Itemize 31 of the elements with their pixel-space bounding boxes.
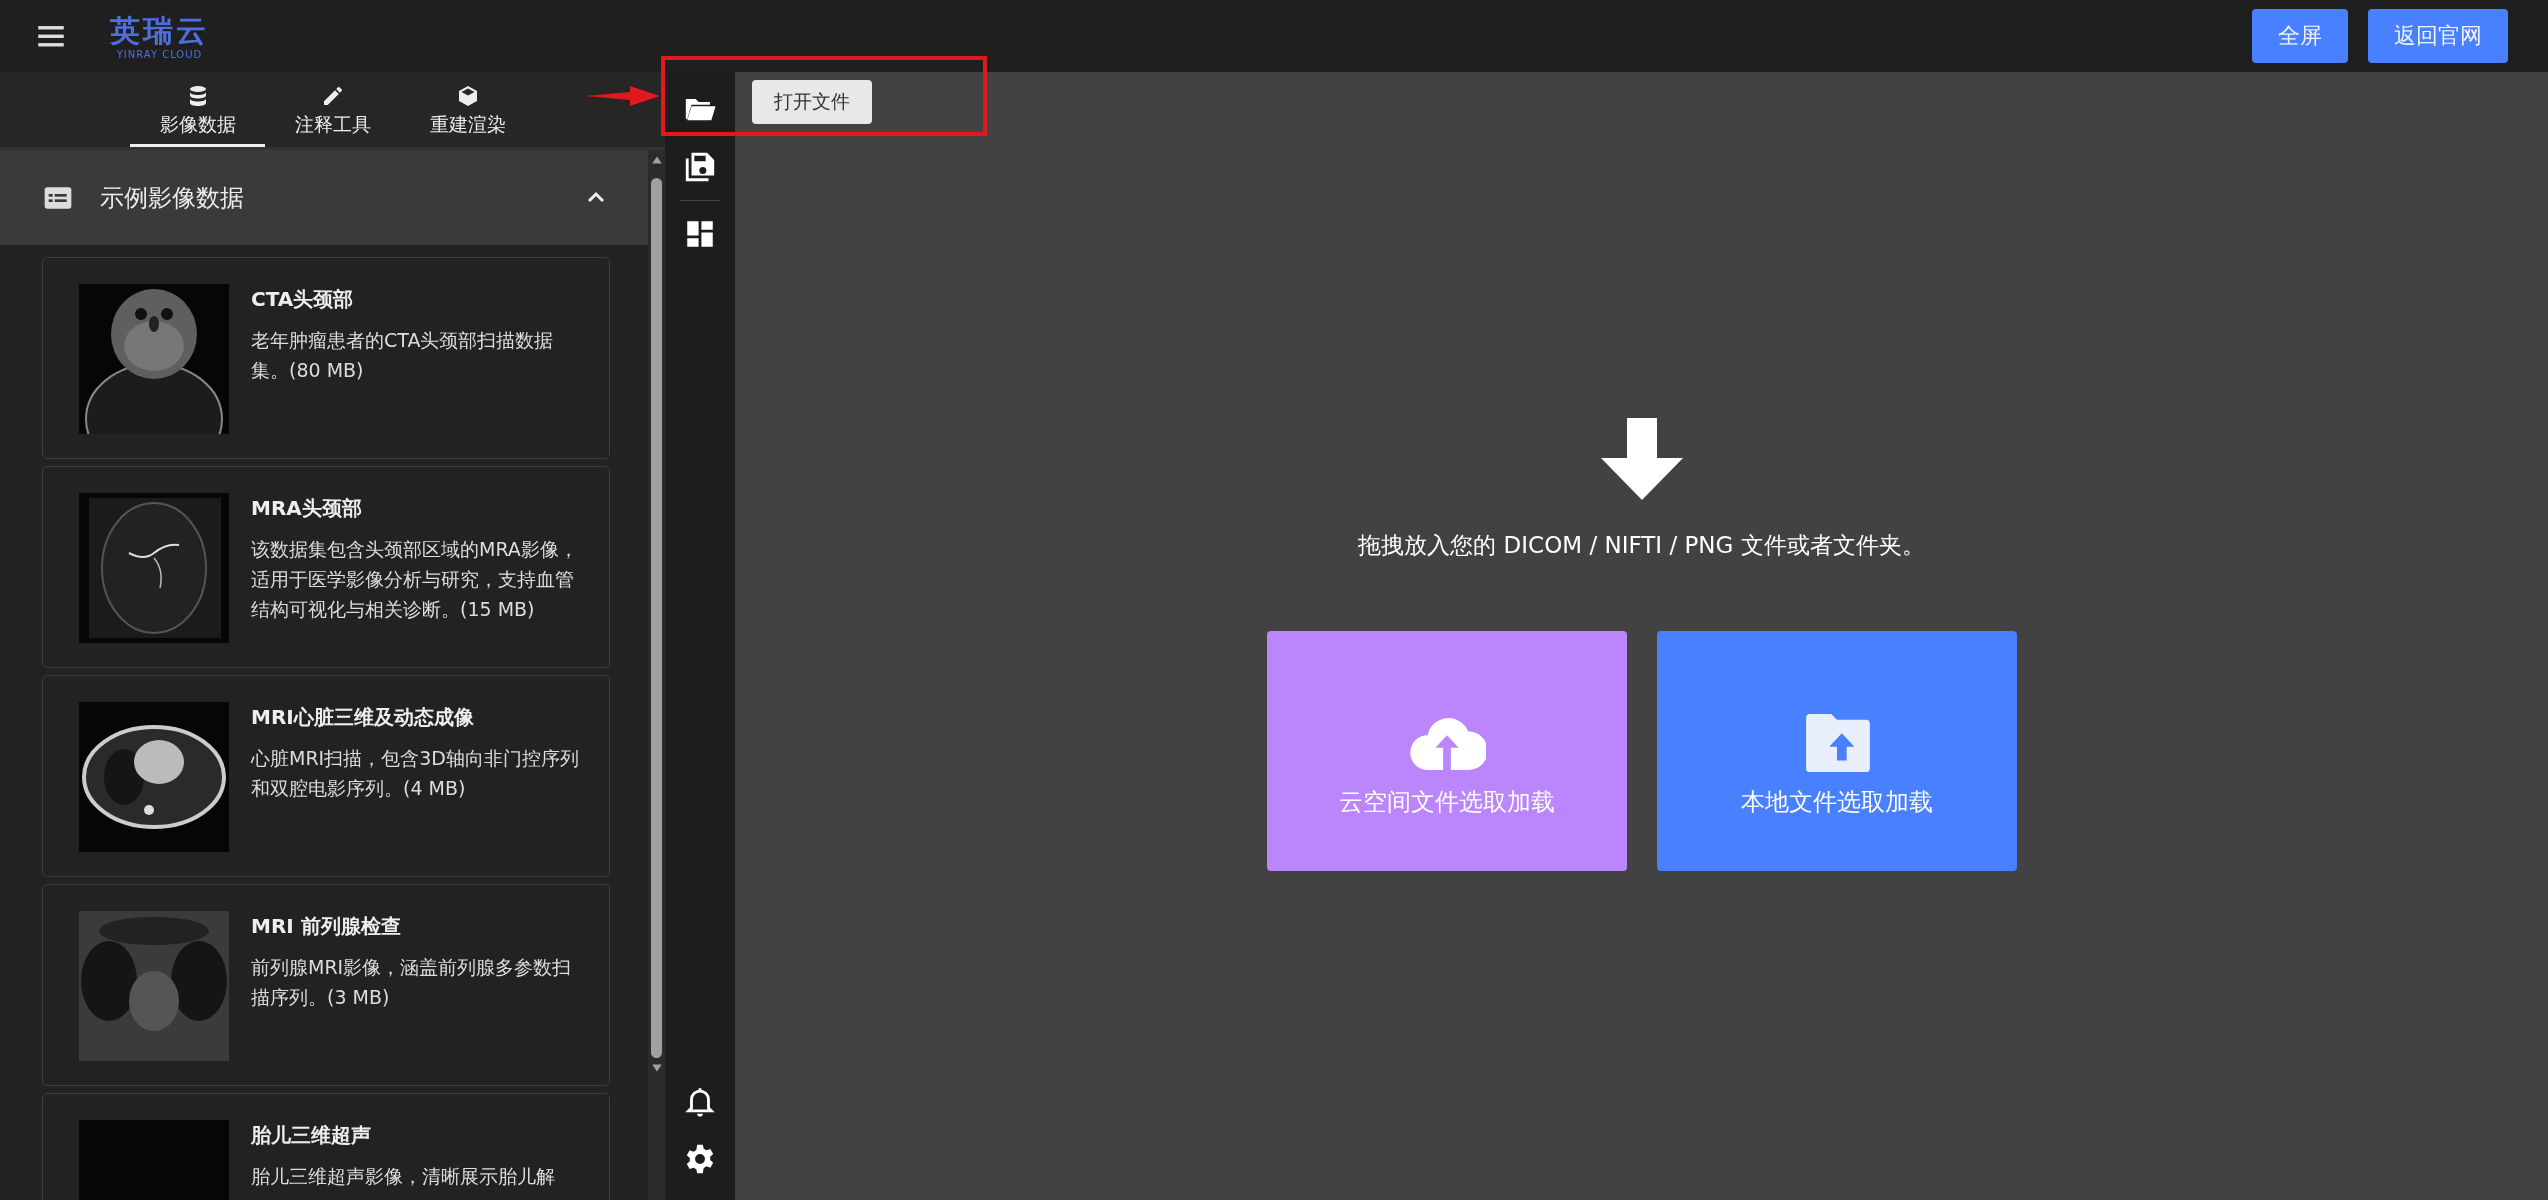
dataset-description: 胎儿三维超声影像，清晰展示胎儿解 xyxy=(251,1164,556,1189)
dataset-title: MRI心脏三维及动态成像 xyxy=(251,704,475,731)
logo-subtitle: YINRAY CLOUD xyxy=(116,48,203,60)
dataset-card[interactable]: CTA头颈部 老年肿瘤患者的CTA头颈部扫描数据集。(80 MB) xyxy=(42,257,610,459)
tooltip: 打开文件 xyxy=(752,80,872,124)
accordion-title: 示例影像数据 xyxy=(100,182,245,214)
accordion-header[interactable]: 示例影像数据 xyxy=(0,150,648,245)
scrollbar-thumb[interactable] xyxy=(651,178,662,1058)
dataset-description: 该数据集包含头颈部区域的MRA影像，适用于医学影像分析与研究，支持血管结构可视化与相关诊断。(15 MB) xyxy=(251,537,579,622)
dataset-card[interactable]: MRI 前列腺检查 前列腺MRI影像，涵盖前列腺多参数扫描序列。(3 MB) xyxy=(42,884,610,1086)
scroll-up-icon[interactable] xyxy=(650,154,663,166)
dataset-card[interactable]: MRA头颈部 该数据集包含头颈部区域的MRA影像，适用于医学影像分析与研究，支持血管结构可视化与相关诊断。(15 MB) xyxy=(42,466,610,668)
dataset-title: MRA头颈部 xyxy=(251,495,363,522)
logo-text: 英瑞云 xyxy=(110,12,209,49)
scrollbar[interactable] xyxy=(648,150,665,1200)
panel-tab[interactable]: 影像数据 xyxy=(130,72,265,147)
dataset-title: 胎儿三维超声 xyxy=(251,1122,372,1149)
load-button[interactable]: 本地文件选取加载 xyxy=(1656,631,2017,871)
down-arrow-icon xyxy=(1600,418,1683,500)
panel-tab[interactable]: 重建渲染 xyxy=(400,72,535,147)
drop-message: 拖拽放入您的 DICOM / NIFTI / PNG 文件或者文件夹。 xyxy=(1358,531,1925,560)
dataset-card[interactable]: MRI心脏三维及动态成像 心脏MRI扫描，包含3D轴向非门控序列和双腔电影序列。(4 MB) xyxy=(42,675,610,877)
save-icon[interactable] xyxy=(683,150,717,184)
panel-tab[interactable]: 注释工具 xyxy=(265,72,400,147)
dataset-description: 老年肿瘤患者的CTA头颈部扫描数据集。(80 MB) xyxy=(251,328,555,383)
dataset-title: CTA头颈部 xyxy=(251,286,355,313)
dataset-description: 心脏MRI扫描，包含3D轴向非门控序列和双腔电影序列。(4 MB) xyxy=(251,746,580,801)
dataset-description: 前列腺MRI影像，涵盖前列腺多参数扫描序列。(3 MB) xyxy=(251,955,573,1010)
scroll-down-icon[interactable] xyxy=(650,1062,663,1074)
dataset-card[interactable]: 胎儿三维超声 胎儿三维超声影像，清晰展示胎儿解 xyxy=(42,1093,610,1200)
dataset-title: MRI 前列腺检查 xyxy=(251,913,402,940)
